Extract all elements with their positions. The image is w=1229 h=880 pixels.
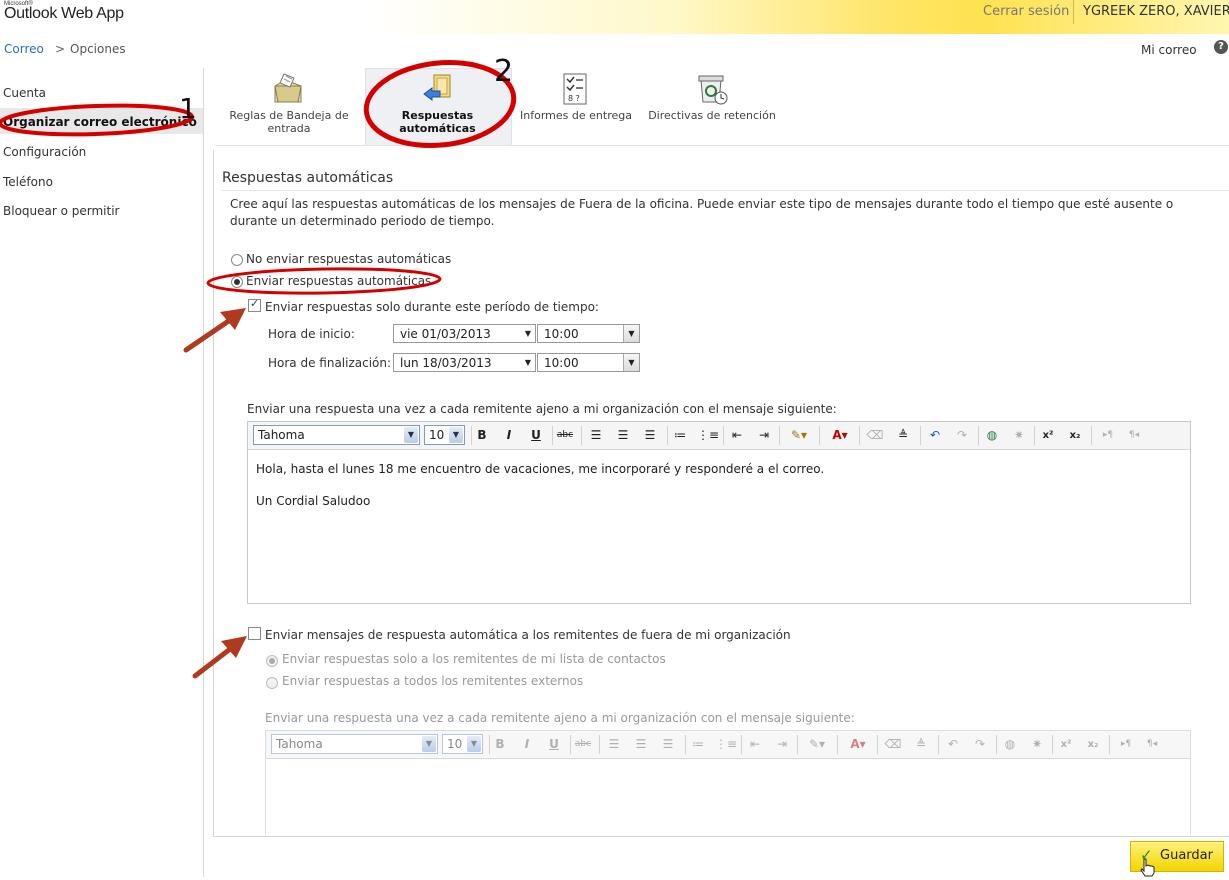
annotation-number-1: 1 — [179, 92, 197, 125]
annotation-arrow-1 — [183, 315, 236, 353]
annotation-number-2: 2 — [494, 54, 514, 89]
annotation-overlay — [0, 59, 517, 679]
annotation-ellipse-send — [206, 267, 442, 295]
annotation-ellipse-step1 — [0, 103, 194, 137]
annotation-arrow-2 — [192, 643, 237, 679]
